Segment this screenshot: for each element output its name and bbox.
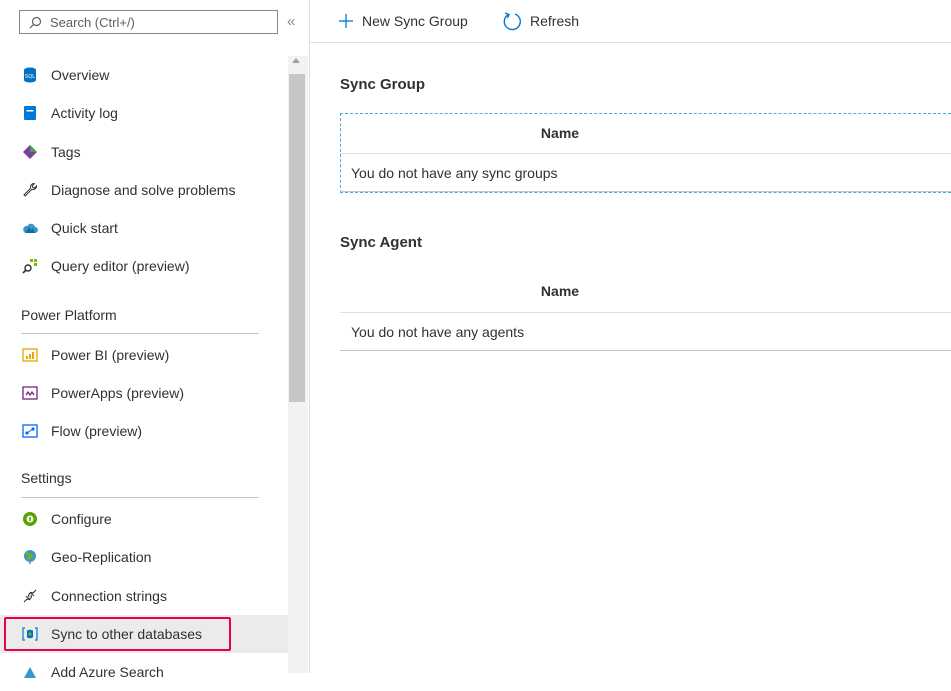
table-row: You do not have any sync groups	[340, 153, 951, 192]
globe-icon	[22, 549, 38, 565]
sidebar-item-power-bi[interactable]: Power BI (preview)	[0, 336, 288, 374]
sync-group-heading: Sync Group	[340, 76, 426, 93]
sidebar-item-label: Flow (preview)	[51, 423, 143, 439]
tag-icon	[22, 144, 38, 160]
selection-highlight-box	[4, 617, 231, 651]
sidebar-item-tags[interactable]: Tags	[0, 133, 288, 171]
sidebar-item-label: Query editor (preview)	[51, 258, 190, 274]
search-input[interactable]: Search (Ctrl+/)	[19, 10, 278, 34]
column-header-name[interactable]: Name	[340, 283, 780, 299]
main-content: Sync Group Name You do not have any sync…	[310, 43, 951, 673]
svg-text:SQL: SQL	[25, 74, 35, 80]
sidebar-item-flow[interactable]: Flow (preview)	[0, 412, 288, 450]
section-header-power-platform: Power Platform	[21, 307, 117, 323]
configure-icon	[22, 511, 38, 527]
new-sync-group-label: New Sync Group	[362, 13, 468, 29]
sidebar-item-add-azure-search[interactable]: Add Azure Search	[0, 653, 288, 691]
sidebar-item-connection-strings[interactable]: Connection strings	[0, 577, 288, 615]
sidebar-item-label: Diagnose and solve problems	[51, 182, 236, 198]
wrench-icon	[22, 182, 38, 198]
activity-log-icon	[22, 105, 38, 121]
refresh-label: Refresh	[530, 13, 580, 29]
sidebar-item-query-editor[interactable]: Query editor (preview)	[0, 247, 288, 285]
sidebar-item-label: Geo-Replication	[51, 549, 152, 565]
cloud-icon	[22, 220, 38, 236]
command-bar: New Sync Group Refresh	[310, 0, 951, 43]
query-editor-icon	[22, 258, 38, 274]
plus-icon	[339, 14, 353, 28]
sidebar-item-configure[interactable]: Configure	[0, 500, 288, 538]
new-sync-group-button[interactable]: New Sync Group	[338, 10, 468, 32]
sidebar-item-overview[interactable]: SQL Overview	[0, 56, 288, 94]
refresh-button[interactable]: Refresh	[502, 10, 579, 32]
refresh-icon	[503, 12, 521, 31]
powerapps-icon	[22, 385, 38, 401]
collapse-menu-button[interactable]: «	[287, 14, 295, 30]
sidebar-item-label: Quick start	[51, 220, 118, 236]
table-row: You do not have any agents	[340, 312, 951, 351]
sidebar-item-quick-start[interactable]: Quick start	[0, 209, 288, 247]
sidebar-item-label: PowerApps (preview)	[51, 385, 185, 401]
sidebar-item-label: Add Azure Search	[51, 664, 164, 680]
sync-agent-heading: Sync Agent	[340, 234, 422, 251]
sidebar-item-label: Power BI (preview)	[51, 347, 170, 363]
empty-message: You do not have any sync groups	[351, 164, 558, 181]
scroll-up-arrow-icon[interactable]	[292, 58, 300, 63]
sidebar-item-label: Tags	[51, 144, 81, 160]
sidebar-item-label: Configure	[51, 511, 112, 527]
search-icon	[29, 16, 42, 28]
resource-menu: Search (Ctrl+/) « SQL Overview Activity …	[0, 0, 310, 680]
empty-message: You do not have any agents	[351, 323, 525, 340]
sidebar-item-label: Activity log	[51, 105, 118, 121]
sidebar-item-diagnose[interactable]: Diagnose and solve problems	[0, 171, 288, 209]
sidebar-item-geo-replication[interactable]: Geo-Replication	[0, 538, 288, 576]
column-header-name[interactable]: Name	[340, 125, 780, 141]
flow-icon	[22, 423, 38, 439]
connection-plug-icon	[22, 588, 38, 604]
sidebar-item-label: Overview	[51, 67, 110, 83]
search-placeholder: Search (Ctrl+/)	[50, 14, 135, 30]
sidebar-item-activity-log[interactable]: Activity log	[0, 94, 288, 132]
sidebar-item-label: Connection strings	[51, 588, 167, 604]
azure-search-icon	[22, 664, 38, 680]
section-divider	[21, 497, 259, 498]
section-header-settings: Settings	[21, 470, 72, 486]
power-bi-icon	[22, 347, 38, 363]
section-divider	[21, 333, 259, 334]
scrollbar-thumb[interactable]	[289, 74, 305, 402]
sidebar-item-powerapps[interactable]: PowerApps (preview)	[0, 374, 288, 412]
sql-database-icon: SQL	[22, 67, 38, 83]
